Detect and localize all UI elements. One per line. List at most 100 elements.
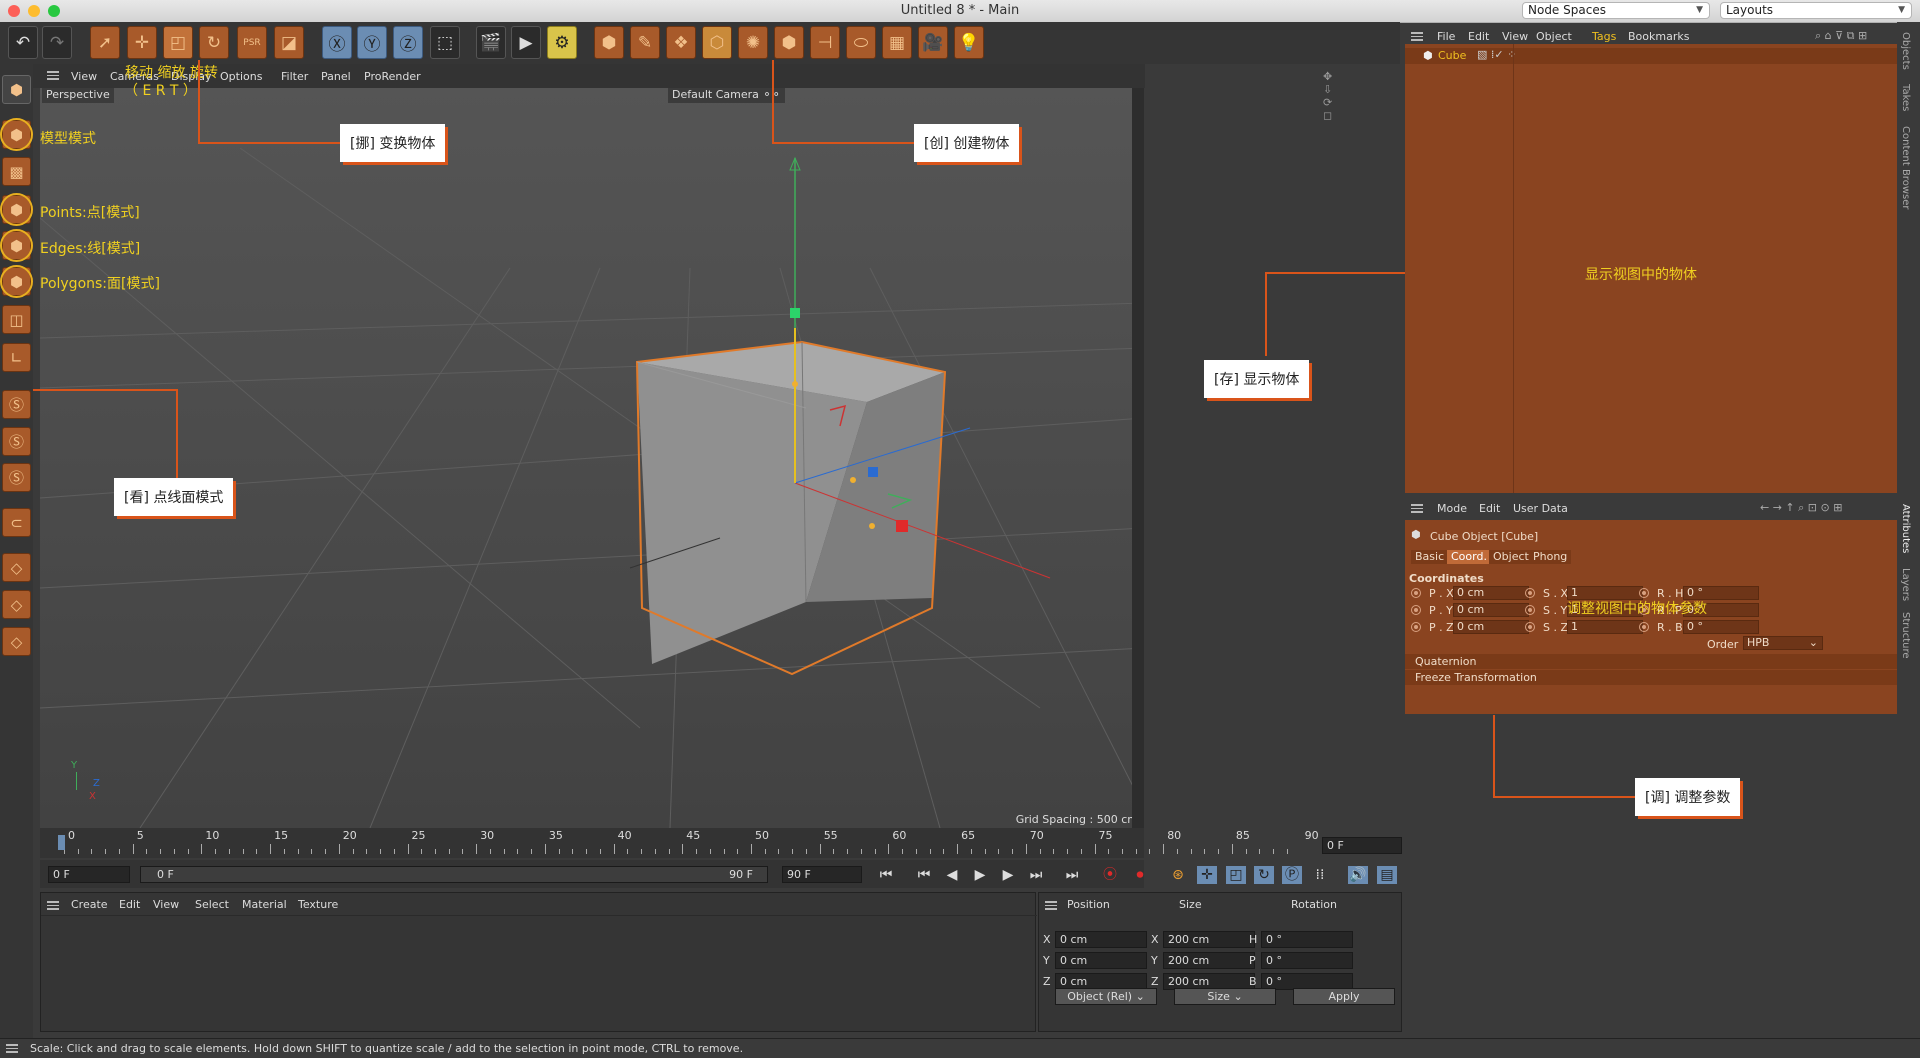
redo-button[interactable]: ↷ (42, 26, 72, 59)
menu-prorender[interactable]: ProRender (364, 70, 421, 83)
snap-settings-button[interactable]: Ⓢ (2, 427, 31, 456)
key-parameter-button[interactable]: Ⓟ (1282, 866, 1302, 884)
planar-workplane-button[interactable]: ◇ (2, 627, 31, 656)
rotation-field[interactable]: 0 ° (1683, 620, 1759, 634)
size-field[interactable]: 200 cm (1163, 952, 1255, 969)
menu-view[interactable]: View (71, 70, 97, 83)
hamburger-icon[interactable] (6, 1044, 18, 1053)
axis-mode-button[interactable]: ∟ (2, 343, 31, 372)
z-handle[interactable] (868, 467, 878, 477)
menu-view[interactable]: View (153, 898, 179, 911)
sound-button[interactable]: 🔊 (1348, 866, 1368, 884)
menu-material[interactable]: Material (242, 898, 287, 911)
deformer-button[interactable]: ⬢ (774, 26, 804, 59)
menu-create[interactable]: Create (71, 898, 108, 911)
tab-attributes[interactable]: Attributes (1900, 504, 1911, 553)
go-to-start-button[interactable]: ⏮ (876, 866, 896, 884)
node-spaces-select[interactable]: Node Spaces ▼ (1522, 2, 1710, 19)
start-frame-field[interactable]: 0 F (48, 866, 130, 883)
menu-edit[interactable]: Edit (119, 898, 140, 911)
animation-radio[interactable] (1411, 605, 1421, 615)
apply-button[interactable]: Apply (1293, 988, 1395, 1005)
tab-object[interactable]: Object (1489, 550, 1533, 564)
x-handle[interactable] (896, 520, 908, 532)
animation-radio[interactable] (1411, 588, 1421, 598)
tab-layers[interactable]: Layers (1900, 568, 1911, 601)
position-field[interactable]: 0 cm (1453, 603, 1529, 617)
z-axis-lock-button[interactable]: Ⓩ (393, 26, 423, 59)
light-button[interactable]: 💡 (954, 26, 984, 59)
menu-select[interactable]: Select (195, 898, 229, 911)
hamburger-icon[interactable] (1411, 504, 1423, 513)
key-position-button[interactable]: ✛ (1197, 866, 1217, 884)
tweak-button[interactable]: ⊂ (2, 508, 31, 537)
select-tool-button[interactable]: ➚ (90, 26, 120, 59)
tab-structure[interactable]: Structure (1900, 612, 1911, 659)
position-field[interactable]: 0 cm (1055, 931, 1147, 948)
next-frame-button[interactable]: ▶ (998, 866, 1018, 884)
material-manager[interactable]: Create Edit View Select Material Texture (40, 892, 1037, 1032)
next-key-button[interactable]: ⏭ (1026, 866, 1046, 884)
tab-phong[interactable]: Phong (1529, 550, 1572, 564)
frame-range-slider[interactable]: 0 F 90 F (140, 866, 768, 883)
rotation-field[interactable]: 0 ° (1261, 952, 1353, 969)
size-field[interactable]: 200 cm (1163, 931, 1255, 948)
playhead[interactable] (58, 835, 65, 850)
go-to-end-button[interactable]: ⏭ (1062, 866, 1082, 884)
animation-radio[interactable] (1411, 622, 1421, 632)
floor-button[interactable]: ▦ (882, 26, 912, 59)
rotate-tool-button[interactable]: ↻ (199, 26, 229, 59)
hamburger-icon[interactable] (1045, 901, 1057, 910)
freeze-section[interactable]: Freeze Transformation (1405, 670, 1897, 685)
quantize-button[interactable]: Ⓢ (2, 463, 31, 492)
previous-key-button[interactable]: ⏮ (914, 866, 934, 884)
record-button[interactable]: ⦿ (1100, 866, 1120, 884)
texture-mode-button[interactable]: ▩ (2, 157, 31, 186)
scale-tool-button[interactable]: ◰ (163, 26, 193, 59)
environment-button[interactable]: ⬭ (846, 26, 876, 59)
previous-frame-button[interactable]: ◀ (942, 866, 962, 884)
menu-file[interactable]: File (1437, 30, 1455, 43)
end-frame-field[interactable]: 90 F (782, 866, 862, 883)
menu-panel[interactable]: Panel (321, 70, 351, 83)
position-field[interactable]: 0 cm (1453, 620, 1529, 634)
tab-coord[interactable]: Coord. (1447, 550, 1491, 564)
quaternion-section[interactable]: Quaternion (1405, 654, 1897, 669)
current-frame-field[interactable]: 0 F (1322, 837, 1402, 854)
animation-radio[interactable] (1525, 605, 1535, 615)
camera-button[interactable]: 🎥 (918, 26, 948, 59)
coordinate-system-button[interactable]: ⬚ (430, 26, 460, 59)
position-field[interactable]: 0 cm (1453, 586, 1529, 600)
hamburger-icon[interactable] (47, 901, 59, 910)
tab-content-browser[interactable]: Content Browser (1900, 126, 1911, 209)
key-pla-button[interactable]: ⁞⁞ (1310, 866, 1330, 884)
last-tool-button[interactable]: ◪ (274, 26, 304, 59)
workplane-button[interactable]: ◇ (2, 553, 31, 582)
object-manager[interactable]: ⬢ Cube ▧ ⁞✓ ⁘ 显示视图中的物体 (1405, 44, 1897, 493)
tab-basic[interactable]: Basic (1411, 550, 1449, 564)
subdivision-button[interactable]: ❖ (666, 26, 696, 59)
menu-object[interactable]: Object (1536, 30, 1572, 43)
menu-user-data[interactable]: User Data (1513, 502, 1568, 515)
keyframe-selection-button[interactable]: ⊛ (1168, 866, 1188, 884)
menu-options[interactable]: Options (220, 70, 262, 83)
object-manager-tool-icons[interactable]: ⌕ ⌂ ⊽ ⧉ ⊞ (1815, 29, 1867, 43)
viewport[interactable]: Perspective Default Camera ⚬⚬ Grid Spaci… (40, 88, 1144, 828)
render-view-button[interactable]: 🎬 (476, 26, 506, 59)
undo-button[interactable]: ↶ (8, 26, 38, 59)
cloner-button[interactable]: ✺ (738, 26, 768, 59)
size-mode-select[interactable]: Size ⌄ (1174, 988, 1276, 1005)
y-handle[interactable] (790, 308, 800, 318)
attribute-nav-icons[interactable]: ← → ↑ ⌕ ⊡ ⊙ ⊞ (1760, 501, 1842, 515)
play-button[interactable]: ▶ (970, 866, 990, 884)
hamburger-icon[interactable] (47, 71, 59, 80)
y-axis-lock-button[interactable]: Ⓨ (357, 26, 387, 59)
projection-label[interactable]: Perspective (42, 88, 114, 103)
animation-radio[interactable] (1639, 622, 1649, 632)
autokey-button[interactable]: ⏺ (1130, 866, 1150, 884)
hamburger-icon[interactable] (1411, 32, 1423, 41)
scale-field[interactable]: 1 (1567, 620, 1643, 634)
camera-label[interactable]: Default Camera ⚬⚬ (668, 88, 785, 103)
render-settings-button[interactable]: ⚙ (547, 26, 577, 59)
generator-button[interactable]: ⬡ (702, 26, 732, 59)
